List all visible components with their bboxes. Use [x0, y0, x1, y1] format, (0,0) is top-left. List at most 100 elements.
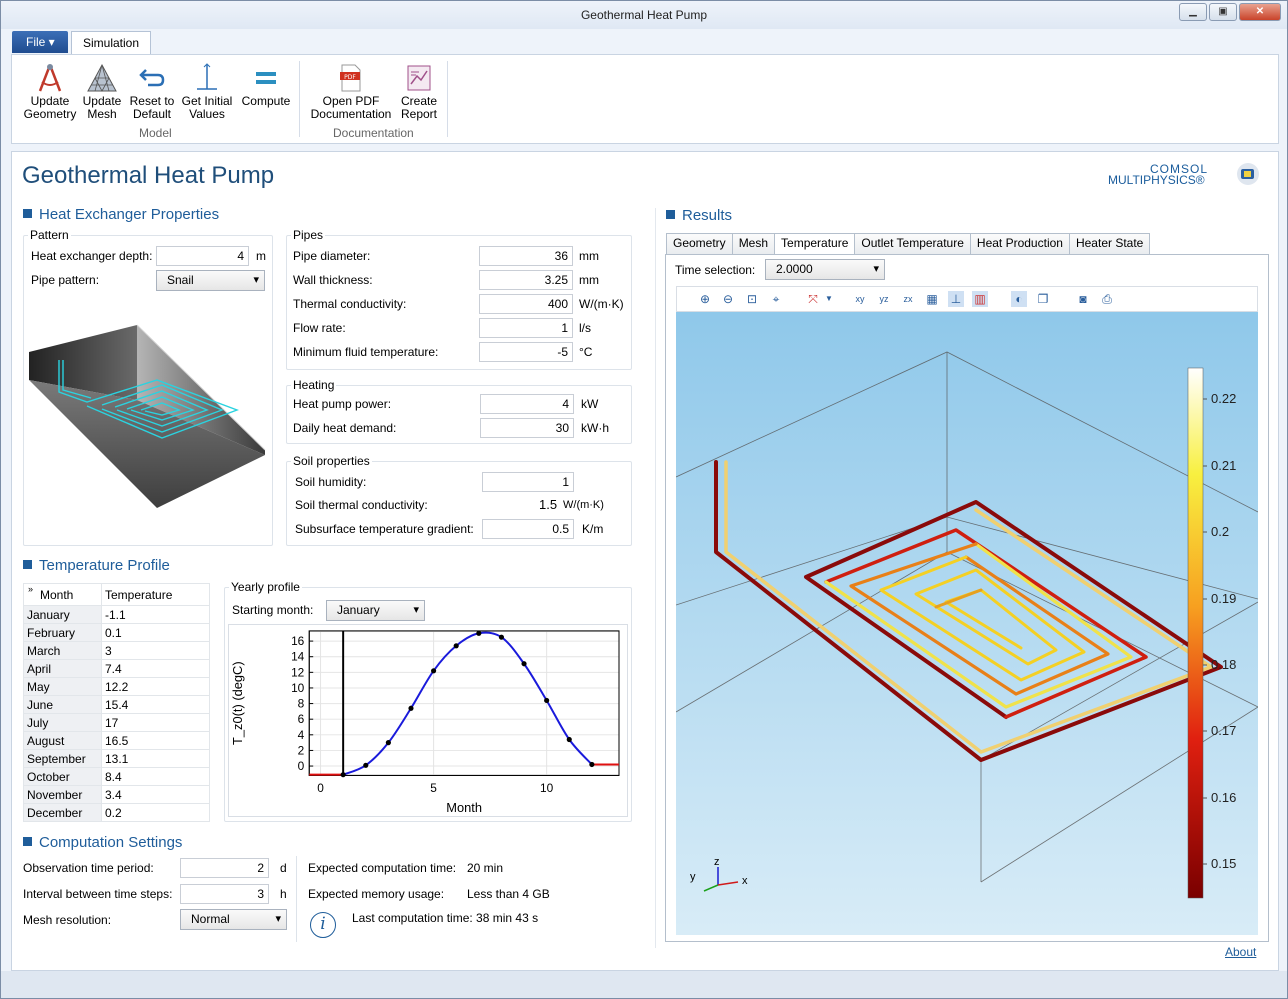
flow-rate-input[interactable]: 1 [479, 318, 573, 338]
reset-default-button[interactable]: Reset to Default [126, 61, 178, 121]
pattern-legend: Pattern [30, 228, 69, 242]
table-row[interactable]: October 8.4 [23, 767, 210, 786]
tab-heat-production[interactable]: Heat Production [969, 233, 1070, 254]
table-row[interactable]: February 0.1 [23, 623, 210, 642]
month-cell: January [23, 605, 102, 624]
data-point [498, 634, 505, 640]
temperature-cell[interactable]: 15.4 [101, 695, 210, 714]
view-axes-icon[interactable]: ⤧ [805, 291, 821, 307]
xy-plane-icon[interactable]: xy [852, 291, 868, 307]
interval-unit: h [280, 887, 287, 901]
update-mesh-button[interactable]: Update Mesh [78, 61, 126, 121]
reset-default-label2: Default [132, 107, 172, 121]
y-axis-label: T_z0(t) (degC) [230, 661, 245, 745]
mesh-resolution-select[interactable]: Normal [180, 909, 287, 930]
app-window: Geothermal Heat Pump ▁ ▣ ✕ File ▾ Simula… [0, 0, 1288, 999]
pipe-pattern-select[interactable]: Snail [156, 270, 265, 291]
x-tick-label: 0 [317, 781, 324, 795]
column-header-month[interactable]: » Month [23, 583, 102, 606]
table-row[interactable]: August 16.5 [23, 731, 210, 750]
pipe-diameter-input[interactable]: 36 [479, 246, 573, 266]
tab-heater-state[interactable]: Heater State [1068, 233, 1151, 254]
temperature-cell[interactable]: 16.5 [101, 731, 210, 750]
minimize-button[interactable]: ▁ [1179, 3, 1207, 21]
tab-simulation[interactable]: Simulation [71, 31, 151, 55]
data-point [544, 697, 550, 704]
zoom-in-icon[interactable]: ⊕ [697, 291, 713, 307]
mesh-resolution-label: Mesh resolution: [23, 913, 112, 927]
pipe-pattern-label: Pipe pattern: [31, 273, 100, 287]
title-bar: Geothermal Heat Pump ▁ ▣ ✕ [1, 1, 1287, 29]
temperature-cell[interactable]: 3 [101, 641, 210, 660]
maximize-button[interactable]: ▣ [1209, 3, 1237, 21]
data-point [408, 705, 414, 711]
temperature-cell[interactable]: 0.1 [101, 623, 210, 642]
chevron-down-icon[interactable]: ▼ [821, 291, 837, 307]
table-row[interactable]: June 15.4 [23, 695, 210, 714]
temperature-cell[interactable]: 13.1 [101, 749, 210, 768]
camera-icon[interactable]: ◙ [1075, 291, 1091, 307]
axis-orientation-icon[interactable]: ⊥ [948, 291, 964, 307]
zoom-out-icon[interactable]: ⊖ [720, 291, 736, 307]
get-initial-values-button[interactable]: Get Initial Values [178, 61, 236, 121]
yz-plane-icon[interactable]: yz [876, 291, 892, 307]
observation-period-input[interactable]: 2 [180, 858, 269, 878]
zoom-box-icon[interactable]: ⊡ [744, 291, 760, 307]
depth-input[interactable]: 4 [156, 246, 249, 266]
heat-pump-power-input[interactable]: 4 [480, 394, 574, 414]
column-header-temperature[interactable]: Temperature [101, 583, 210, 606]
y-tick-label: 10 [291, 681, 305, 695]
temperature-cell[interactable]: 7.4 [101, 659, 210, 678]
table-row[interactable]: January -1.1 [23, 605, 210, 624]
update-geometry-label2: Geometry [23, 107, 77, 121]
transparency-icon[interactable]: ❐ [1035, 291, 1051, 307]
table-row[interactable]: July 17 [23, 713, 210, 732]
file-menu-button[interactable]: File ▾ [12, 31, 68, 53]
table-row[interactable]: November 3.4 [23, 785, 210, 804]
tab-temperature[interactable]: Temperature [774, 233, 856, 255]
zoom-extents-icon[interactable]: ⌖ [768, 291, 784, 307]
temperature-cell[interactable]: 8.4 [101, 767, 210, 786]
temperature-gradient-input[interactable]: 0.5 [482, 519, 574, 539]
print-icon[interactable]: ⎙ [1099, 291, 1115, 307]
tab-geometry[interactable]: Geometry [666, 233, 733, 254]
table-row[interactable]: December 0.2 [23, 803, 210, 822]
wall-thickness-input[interactable]: 3.25 [479, 270, 573, 290]
thermal-conductivity-input[interactable]: 400 [479, 294, 573, 314]
daily-heat-demand-input[interactable]: 30 [480, 418, 574, 438]
color-legend-icon[interactable]: ▥ [972, 291, 988, 307]
section-heat-exchanger: Heat Exchanger Properties [23, 206, 219, 223]
grid-icon[interactable]: ▦ [924, 291, 940, 307]
temperature-cell[interactable]: 0.2 [101, 803, 210, 822]
compute-button[interactable]: Compute [238, 61, 294, 108]
open-pdf-documentation-button[interactable]: PDF Open PDF Documentation [308, 61, 394, 121]
temperature-cell[interactable]: -1.1 [101, 605, 210, 624]
soil-humidity-input[interactable]: 1 [482, 472, 574, 492]
section-results: Results [666, 207, 732, 224]
svg-text:PDF: PDF [344, 74, 356, 81]
table-row[interactable]: September 13.1 [23, 749, 210, 768]
starting-month-select[interactable]: January [326, 600, 425, 621]
tab-mesh[interactable]: Mesh [731, 233, 776, 254]
divider [296, 856, 297, 942]
month-cell: April [23, 659, 102, 678]
table-row[interactable]: March 3 [23, 641, 210, 660]
data-point [453, 643, 459, 649]
time-selection-select[interactable]: 2.0000 [765, 259, 885, 280]
table-row[interactable]: April 7.4 [23, 659, 210, 678]
scene-light-icon[interactable]: ◐ [1011, 291, 1027, 307]
daily-heat-demand-unit: kW·h [581, 421, 609, 435]
interval-input[interactable]: 3 [180, 884, 269, 904]
zx-plane-icon[interactable]: zx [900, 291, 916, 307]
update-geometry-button[interactable]: Update Geometry [20, 61, 80, 121]
create-report-button[interactable]: Create Report [396, 61, 442, 121]
table-row[interactable]: May 12.2 [23, 677, 210, 696]
temperature-cell[interactable]: 3.4 [101, 785, 210, 804]
tab-outlet-temperature[interactable]: Outlet Temperature [854, 233, 971, 254]
min-fluid-temp-input[interactable]: -5 [479, 342, 573, 362]
about-link[interactable]: About [1225, 945, 1256, 959]
close-button[interactable]: ✕ [1239, 3, 1281, 21]
temperature-cell[interactable]: 12.2 [101, 677, 210, 696]
temperature-cell[interactable]: 17 [101, 713, 210, 732]
pattern-preview-image [29, 324, 266, 508]
